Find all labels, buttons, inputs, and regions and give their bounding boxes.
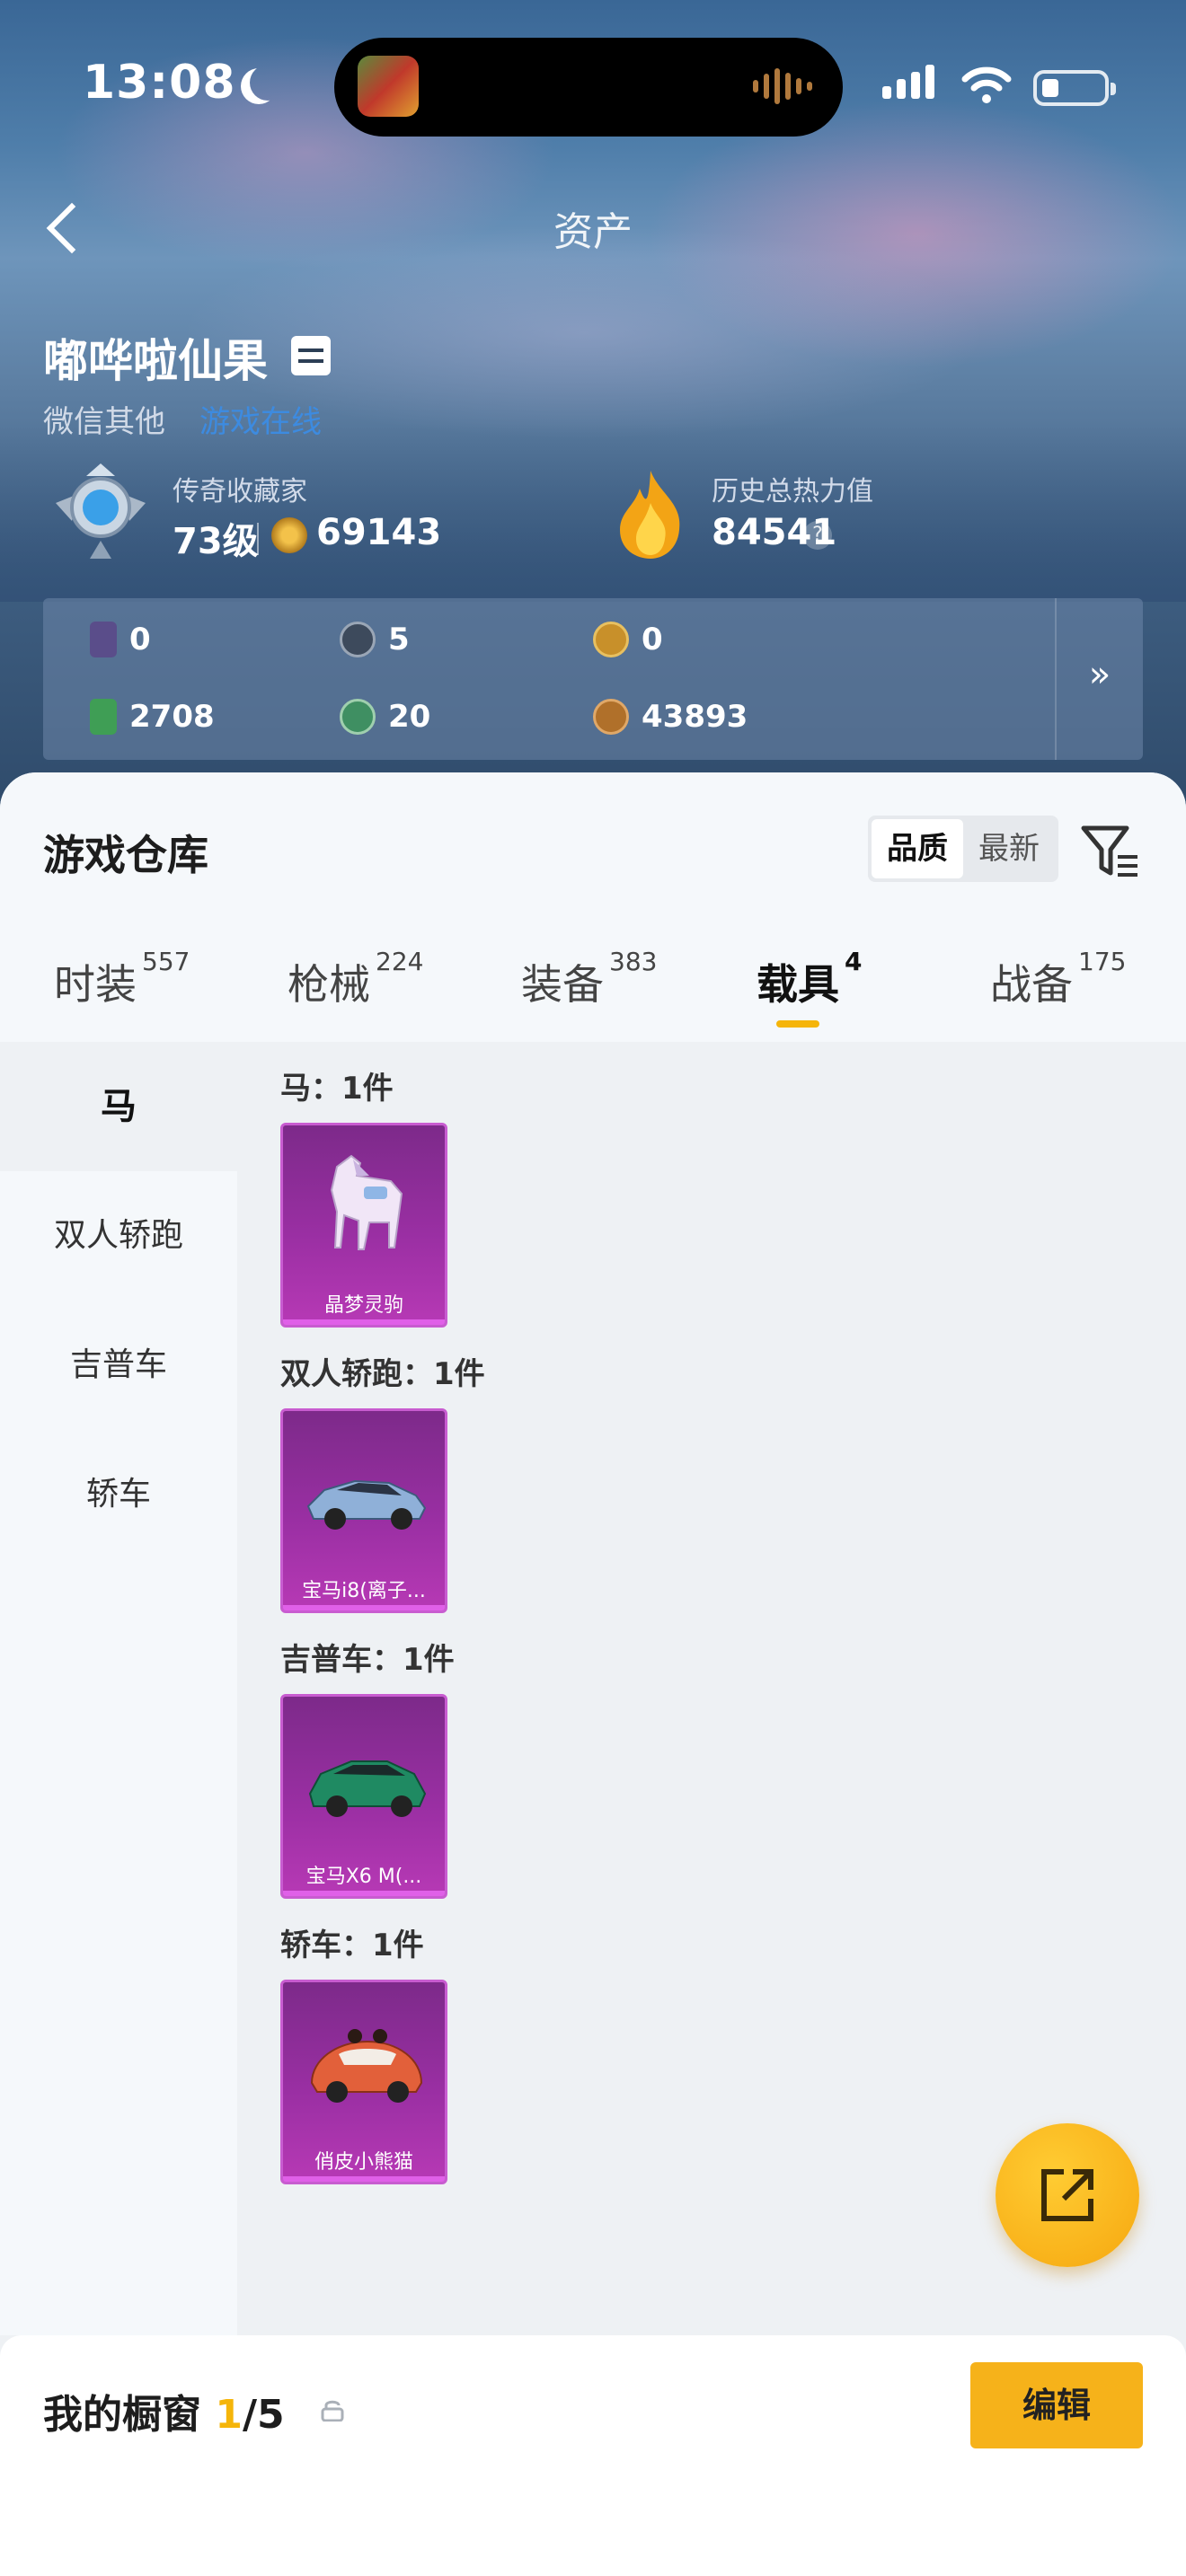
item-name: 晶梦灵驹	[323, 1294, 403, 1317]
currency-item: 43893	[593, 699, 748, 735]
currency-item: 5	[340, 622, 410, 657]
rank-emblem-icon	[56, 463, 146, 559]
collection-points-icon	[271, 517, 307, 553]
group-title: 双人轿跑：1件	[280, 1356, 485, 1392]
online-status: 游戏在线	[199, 404, 322, 440]
switch-account-icon[interactable]	[291, 336, 331, 375]
rank-label: 传奇收藏家	[173, 476, 307, 507]
subcategory-coupe[interactable]: 双人轿跑	[0, 1171, 237, 1301]
item-card[interactable]: 宝马i8(离子...	[280, 1408, 447, 1613]
tab-weapons[interactable]: 枪械 224	[288, 947, 423, 1011]
subcategory-sedan[interactable]: 轿车	[0, 1430, 237, 1559]
share-icon	[1041, 2169, 1093, 2221]
group-title: 马：1件	[280, 1071, 394, 1107]
item-name: 宝马X6 M(...	[305, 1866, 422, 1888]
group-title: 吉普车：1件	[280, 1642, 455, 1678]
item-card[interactable]: 晶梦灵驹	[280, 1123, 447, 1328]
tab-equipment[interactable]: 装备 383	[521, 947, 657, 1011]
divider	[257, 523, 259, 555]
horse-icon	[330, 1154, 403, 1250]
moon-icon	[250, 65, 286, 101]
a-coin-icon	[593, 622, 629, 657]
showcase-count: 1	[215, 2392, 243, 2438]
sports-car-icon	[306, 1479, 427, 1530]
currency-item: 0	[593, 622, 663, 657]
item-name: 俏皮小熊猫	[314, 2151, 413, 2174]
card-icon	[90, 622, 117, 657]
item-card[interactable]: 宝马X6 M(...	[280, 1694, 447, 1899]
status-time: 13:08	[83, 56, 236, 110]
showcase-bar: 我的橱窗 1/5 编辑	[0, 2335, 1186, 2576]
subcategory-jeep[interactable]: 吉普车	[0, 1301, 237, 1430]
cellular-signal-icon	[882, 65, 934, 99]
s-coin-icon	[340, 622, 376, 657]
bronze-coin-icon	[593, 699, 629, 735]
warehouse-title: 游戏仓库	[43, 831, 208, 879]
green-coin-icon	[340, 699, 376, 735]
tab-fashion[interactable]: 时装 557	[54, 947, 190, 1011]
suv-icon	[308, 1760, 427, 1817]
active-tab-indicator	[776, 1020, 819, 1028]
subcategory-nav: 马 双人轿跑 吉普车 轿车	[0, 1042, 237, 2335]
filter-icon[interactable]	[1078, 819, 1141, 882]
currency-item: 20	[340, 699, 430, 735]
audio-wave-icon	[753, 68, 812, 104]
showcase-total: /5	[242, 2392, 285, 2438]
currency-panel: 0 5 0 2708 20 43893 »	[43, 598, 1143, 760]
group-title: 轿车：1件	[280, 1928, 424, 1963]
wifi-icon	[961, 66, 1012, 103]
help-icon[interactable]: ?	[803, 521, 832, 550]
heat-label: 历史总热力值	[712, 476, 873, 507]
subcategory-horse[interactable]: 马	[0, 1042, 237, 1171]
beetle-car-icon	[310, 2029, 423, 2103]
edit-button[interactable]: 编辑	[970, 2362, 1143, 2448]
back-button[interactable]	[36, 190, 90, 262]
item-card[interactable]: 俏皮小熊猫	[280, 1980, 447, 2184]
collection-points: 69143	[316, 512, 442, 553]
currency-item: 0	[90, 622, 151, 657]
item-name: 宝马i8(离子...	[302, 1580, 426, 1602]
tab-vehicles[interactable]: 载具 4	[757, 947, 862, 1011]
platform-label: 微信其他	[43, 404, 165, 440]
share-button[interactable]	[996, 2123, 1139, 2267]
dynamic-island[interactable]	[334, 38, 843, 137]
currency-item: 2708	[90, 699, 215, 735]
rank-level: 73级	[173, 521, 259, 562]
tab-gear[interactable]: 战备 175	[990, 947, 1126, 1011]
page-title: 资产	[553, 209, 633, 255]
now-playing-art	[358, 56, 419, 117]
showcase-label: 我的橱窗 1/5	[43, 2392, 285, 2438]
sort-quality-button[interactable]: 品质	[872, 819, 963, 878]
currency-more-button[interactable]: »	[1055, 598, 1143, 760]
sort-newest-button[interactable]: 最新	[963, 819, 1055, 878]
ticket-icon	[90, 699, 117, 735]
warehouse-panel: 游戏仓库 品质 最新 时装 557 枪械 224 装备 383 载具 4 战备 175 马…	[0, 772, 1186, 2335]
player-name: 嘟哗啦仙果	[43, 335, 268, 387]
category-tabs: 时装 557 枪械 224 装备 383 载具 4 战备 175	[0, 947, 1186, 1042]
flame-icon	[620, 471, 680, 559]
battery-icon	[1033, 70, 1116, 106]
sort-toggle: 品质 最新	[868, 816, 1058, 882]
lock-icon	[321, 2400, 344, 2422]
